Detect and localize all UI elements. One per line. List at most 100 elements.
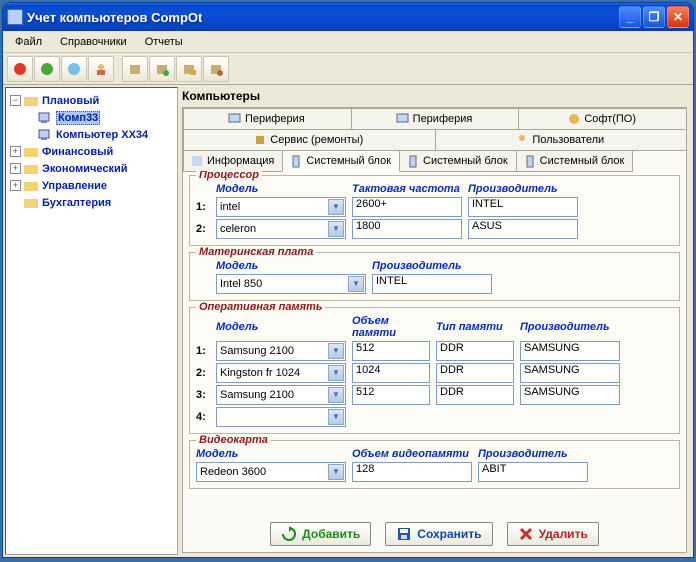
collapse-icon[interactable]: − [10, 95, 21, 106]
group-title-mb: Материнская плата [196, 246, 316, 258]
cpu-row1-num: 1: [196, 201, 210, 213]
refresh-icon [281, 526, 297, 542]
tab-service[interactable]: Сервис (ремонты) [183, 129, 436, 151]
ram2-model-combo[interactable]: Kingston fr 1024▼ [216, 363, 346, 383]
dropdown-icon: ▼ [348, 276, 364, 292]
menu-dicts[interactable]: Справочники [52, 34, 135, 50]
ram-row3-num: 3: [196, 389, 210, 401]
wrench-icon [253, 133, 267, 147]
group-mb: Материнская плата Модель Производитель I… [189, 252, 680, 301]
hdr-ram-maker: Производитель [520, 321, 620, 333]
dropdown-icon: ▼ [328, 343, 344, 359]
hdr-ram-model: Модель [216, 321, 346, 333]
group-cpu: Процессор Модель Тактовая частота Произв… [189, 175, 680, 246]
ram-row2-num: 2: [196, 367, 210, 379]
dropdown-icon: ▼ [328, 409, 344, 425]
hdr-mb-maker: Производитель [372, 260, 492, 272]
expand-icon[interactable]: + [10, 146, 21, 157]
tab-sysblock-1[interactable]: Системный блок [282, 150, 400, 172]
tab-periph-1[interactable]: Периферия [183, 108, 352, 130]
tb-box1-icon[interactable] [122, 56, 148, 82]
monitor-icon [396, 112, 410, 126]
tower-icon [289, 154, 303, 168]
tree-management[interactable]: + Управление [8, 177, 175, 194]
computer-icon [37, 110, 53, 126]
group-title-gpu: Видеокарта [196, 434, 271, 446]
tree-komp33[interactable]: Комп33 [8, 109, 175, 126]
tree-xx34[interactable]: Компьютер XX34 [8, 126, 175, 143]
ram2-type-field[interactable]: DDR [436, 363, 514, 383]
maximize-button[interactable]: ❐ [643, 6, 665, 28]
tree-economy[interactable]: + Экономический [8, 160, 175, 177]
tb-box2-icon[interactable] [149, 56, 175, 82]
ram3-model-combo[interactable]: Samsung 2100▼ [216, 385, 346, 405]
menu-file[interactable]: Файл [7, 34, 50, 50]
tab-sysblock-3[interactable]: Системный блок [516, 150, 634, 172]
monitor-icon [228, 112, 242, 126]
cpu1-model-combo[interactable]: intel▼ [216, 197, 346, 217]
hdr-ram-type: Тип памяти [436, 321, 514, 333]
tab-sysblock-2[interactable]: Системный блок [399, 150, 517, 172]
actions-bar: Добавить Сохранить Удалить [183, 516, 686, 552]
add-button[interactable]: Добавить [270, 522, 371, 546]
ram3-type-field[interactable]: DDR [436, 385, 514, 405]
mb-maker-field[interactable]: INTEL [372, 274, 492, 294]
expand-icon[interactable]: + [10, 163, 21, 174]
folder-icon [23, 161, 39, 177]
ram1-size-field[interactable]: 512 [352, 341, 430, 361]
cpu2-freq-field[interactable]: 1800 [352, 219, 462, 239]
ram2-maker-field[interactable]: SAMSUNG [520, 363, 620, 383]
expand-icon[interactable]: + [10, 180, 21, 191]
tab-periph-2[interactable]: Периферия [351, 108, 520, 130]
cpu1-maker-field[interactable]: INTEL [468, 197, 578, 217]
tb-red-icon[interactable] [7, 56, 33, 82]
save-button[interactable]: Сохранить [385, 522, 492, 546]
tab-info[interactable]: Информация [183, 150, 283, 172]
tower-icon [523, 154, 537, 168]
gpu-maker-field[interactable]: ABIT [478, 462, 588, 482]
department-tree[interactable]: − Плановый Комп33 Компьютер XX34 + Финан… [5, 87, 178, 555]
dropdown-icon: ▼ [328, 464, 344, 480]
close-button[interactable]: ✕ [667, 6, 689, 28]
app-icon [7, 9, 23, 25]
menu-reports[interactable]: Отчеты [137, 34, 191, 50]
tb-user-icon[interactable] [88, 56, 114, 82]
ram1-maker-field[interactable]: SAMSUNG [520, 341, 620, 361]
tb-box3-icon[interactable] [176, 56, 202, 82]
gpu-model-combo[interactable]: Redeon 3600▼ [196, 462, 346, 482]
hdr-gpu-size: Объем видеопамяти [352, 448, 472, 460]
dropdown-icon: ▼ [328, 221, 344, 237]
tree-finance[interactable]: + Финансовый [8, 143, 175, 160]
user-icon [515, 133, 529, 147]
titlebar[interactable]: Учет компьютеров CompOt _ ❐ ✕ [3, 3, 693, 31]
ram2-size-field[interactable]: 1024 [352, 363, 430, 383]
cpu2-maker-field[interactable]: ASUS [468, 219, 578, 239]
tree-accounting[interactable]: Бухгалтерия [8, 194, 175, 211]
tb-green-icon[interactable] [34, 56, 60, 82]
folder-icon [23, 195, 39, 211]
dropdown-icon: ▼ [328, 199, 344, 215]
group-ram: Оперативная память Модель Объем памяти Т… [189, 307, 680, 434]
window-title: Учет компьютеров CompOt [27, 10, 619, 25]
gpu-size-field[interactable]: 128 [352, 462, 472, 482]
tab-soft[interactable]: Софт(ПО) [518, 108, 687, 130]
delete-button[interactable]: Удалить [507, 522, 599, 546]
mb-model-combo[interactable]: Intel 850▼ [216, 274, 366, 294]
group-title-ram: Оперативная память [196, 301, 325, 313]
tb-box4-icon[interactable] [203, 56, 229, 82]
cpu2-model-combo[interactable]: celeron▼ [216, 219, 346, 239]
tree-planovy[interactable]: − Плановый [8, 92, 175, 109]
tab-users[interactable]: Пользователи [435, 129, 688, 151]
ram4-model-combo[interactable]: ▼ [216, 407, 346, 427]
minimize-button[interactable]: _ [619, 6, 641, 28]
ram3-size-field[interactable]: 512 [352, 385, 430, 405]
tb-globe-icon[interactable] [61, 56, 87, 82]
ram3-maker-field[interactable]: SAMSUNG [520, 385, 620, 405]
ram1-type-field[interactable]: DDR [436, 341, 514, 361]
dropdown-icon: ▼ [328, 365, 344, 381]
toolbar [3, 53, 693, 85]
cpu1-freq-field[interactable]: 2600+ [352, 197, 462, 217]
ram1-model-combo[interactable]: Samsung 2100▼ [216, 341, 346, 361]
app-window: Учет компьютеров CompOt _ ❐ ✕ Файл Справ… [2, 2, 694, 558]
hdr-ram-size: Объем памяти [352, 315, 430, 339]
